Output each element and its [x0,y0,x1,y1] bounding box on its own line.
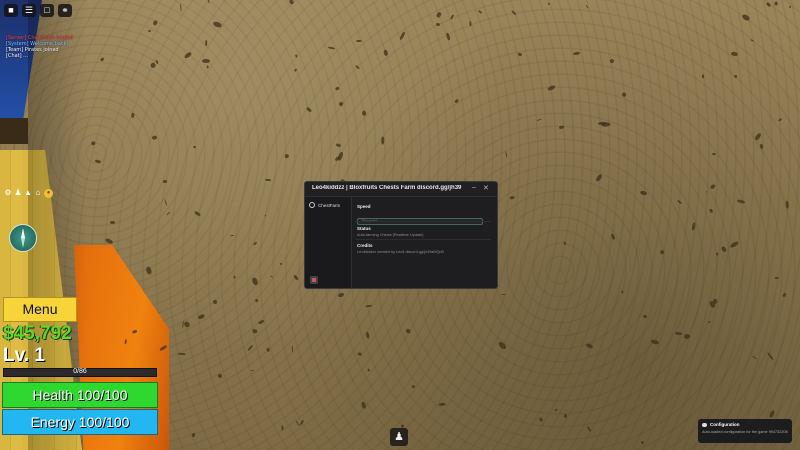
sand-speck [381,136,385,145]
xp-text: 0/86 [73,368,87,375]
dark-ledge [0,118,28,144]
teleport-icon[interactable]: ▲ [24,189,32,197]
cloud-icon [702,423,707,427]
close-icon[interactable]: ✕ [483,184,489,192]
sand-speck [250,369,255,372]
toast-title: Configuration [710,422,740,427]
chat-line: [Chat] ... [6,53,28,59]
side-icon-row: ⚙ ♟ ▲ ⌂ ● [4,189,53,198]
roblox-topbar: ■ ☰ □ ⚭ [4,4,72,17]
compass[interactable] [9,224,37,252]
money-display: $45,792 [3,323,72,344]
sand-speck [356,40,362,43]
home-icon[interactable]: ⌂ [34,189,42,197]
sand-speck [202,59,210,64]
compass-needle-south [21,238,25,248]
sand-speck [759,143,764,149]
credits-title: Credits [357,243,373,248]
speed-section: Speed [357,204,491,227]
sand-speck [232,275,236,279]
tab-chestfarm[interactable]: ChestFarm [309,202,340,208]
speed-title: Speed [357,204,371,209]
avatar [310,276,318,284]
chat-icon[interactable]: □ [40,4,54,17]
crew-icon[interactable]: ♟ [14,189,22,197]
compass-needle-north [21,228,25,238]
minimize-icon[interactable]: – [472,184,476,191]
notification-toast: Configuration Auto-loaded configuration … [698,419,792,443]
credits-section: Credits Leo4kiddzz created by Leo4 disco… [357,243,491,254]
sand-speck [597,121,607,125]
sand-speck [361,110,367,117]
headphones-icon[interactable]: ⚭ [58,4,72,17]
gear-icon[interactable]: ⚙ [4,189,12,197]
window-content: Speed Status Auto-farming Chests (Realti… [355,202,491,288]
sand-speck [683,334,690,339]
sand-speck [563,413,568,418]
divider [355,221,491,222]
credits-text: Leo4kiddzz created by Leo4 discord.gg/jh… [357,250,444,254]
sand-speck [716,252,719,256]
tab-label: ChestFarm [318,202,341,208]
status-text: Auto-farming Chests (Realtime Update) [357,233,424,237]
toast-body: Auto-loaded configuration for the game 9… [702,430,788,434]
window-titlebar[interactable]: Leo4kiddzz | Bloxfruits Chests Farm disc… [305,182,497,197]
level-display: Lv. 1 [3,345,45,366]
menu-icon[interactable]: ☰ [22,4,36,17]
window-sidebar: ChestFarm [305,197,352,288]
energy-bar: Energy 100/100 [2,409,158,435]
circle-icon [309,202,315,208]
divider [355,239,491,240]
sand-speck [265,347,270,352]
chest-farm-window[interactable]: Leo4kiddzz | Bloxfruits Chests Farm disc… [304,181,498,289]
sand-speck [254,299,258,303]
chat-log: [Server] ChestFarm loaded [System] Welco… [6,35,73,59]
health-bar: Health 100/100 [2,382,158,408]
xp-bar: 0/86 [3,368,157,377]
backpack-icon[interactable]: ♟ [390,428,408,446]
sand-speck [285,153,290,158]
roblox-icon[interactable]: ■ [4,4,18,17]
menu-button[interactable]: Menu [3,297,77,322]
status-title: Status [357,226,371,231]
status-section: Status Auto-farming Chests (Realtime Upd… [357,226,491,237]
sand-speck [279,262,282,266]
profile-icon[interactable]: ● [44,189,53,198]
window-title: Leo4kiddzz | Bloxfruits Chests Farm disc… [312,185,462,191]
